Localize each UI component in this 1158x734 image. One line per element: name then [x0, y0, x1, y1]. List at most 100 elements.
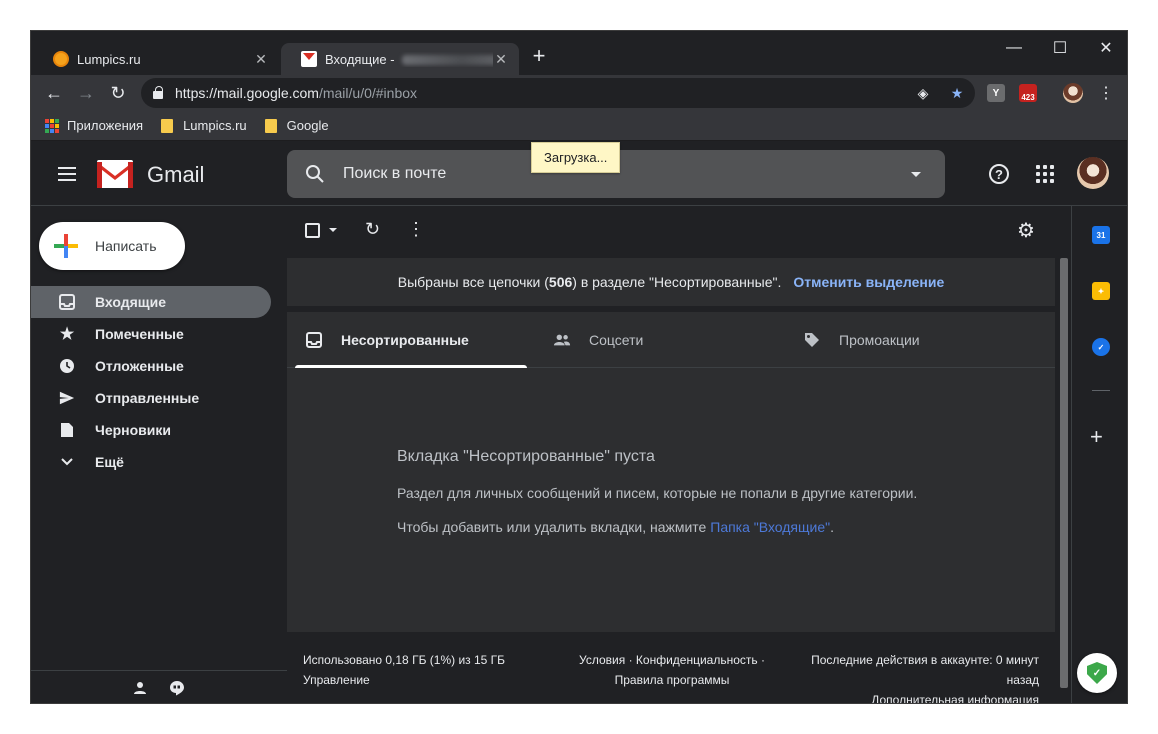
more-actions-icon[interactable]: ⋮ — [407, 219, 425, 240]
mail-toolbar: ↻ ⋮ ⚙ — [287, 206, 1069, 254]
lock-icon — [153, 86, 163, 99]
browser-window: Lumpics.ru ✕ Входящие - ✕ + — ☐ ✕ ← → ↻ … — [30, 30, 1128, 704]
gmail-wordmark: Gmail — [147, 162, 205, 187]
clear-selection-link[interactable]: Отменить выделение — [793, 274, 944, 290]
sidebar-item-label: Черновики — [95, 422, 172, 438]
bookmark-folder-icon — [264, 118, 277, 133]
calendar-icon[interactable]: 31 — [1092, 226, 1110, 244]
sidebar-item-inbox[interactable]: Входящие — [31, 286, 271, 318]
compose-label: Написать — [95, 238, 157, 254]
scrollbar[interactable] — [1059, 258, 1069, 703]
star-icon[interactable]: ★ — [949, 85, 965, 101]
tab-label: Соцсети — [589, 332, 644, 348]
reload-icon[interactable]: ↻ — [107, 82, 129, 104]
main-menu-icon[interactable] — [57, 164, 77, 184]
close-tab-icon[interactable]: ✕ — [253, 51, 269, 68]
draft-icon — [59, 422, 75, 438]
maximize-icon[interactable]: ☐ — [1037, 35, 1083, 61]
sidebar-item-label: Отправленные — [95, 390, 200, 406]
mail-extension-icon[interactable]: 423 — [1019, 84, 1037, 102]
tab-title: Lumpics.ru — [77, 51, 141, 67]
category-tabs: Несортированные Соцсети Промоакции — [287, 312, 1055, 368]
bookmark-lumpics[interactable]: Lumpics.ru — [161, 118, 247, 133]
account-avatar[interactable] — [1077, 157, 1109, 189]
forward-arrow-icon[interactable]: → — [75, 82, 97, 104]
inbox-settings-link[interactable]: Папка "Входящие" — [710, 519, 830, 535]
hangouts-icon[interactable] — [169, 680, 185, 696]
browser-menu-icon[interactable]: ⋮ — [1095, 82, 1117, 104]
bookmark-folder-icon — [161, 118, 174, 133]
sidebar-item-label: Ещё — [95, 454, 124, 470]
tab-social[interactable]: Соцсети — [535, 312, 785, 368]
sidebar-item-drafts[interactable]: Черновики — [31, 414, 271, 446]
contacts-icon[interactable] — [133, 681, 147, 695]
storage-info: Использовано 0,18 ГБ (1%) из 15 ГБ Управ… — [303, 650, 505, 690]
empty-state-description: Раздел для личных сообщений и писем, кот… — [397, 485, 918, 501]
sidebar-item-more[interactable]: Ещё — [31, 446, 271, 478]
address-bar[interactable]: https://mail.google.com/mail/u/0/#inbox … — [141, 78, 975, 108]
tab-promotions[interactable]: Промоакции — [785, 312, 1045, 368]
sidebar-item-label: Помеченные — [95, 326, 184, 342]
empty-state-title: Вкладка "Несортированные" пуста — [397, 448, 655, 465]
terms-link[interactable]: Условия · Конфиденциальность · — [557, 650, 787, 670]
tag-icon — [803, 331, 821, 349]
new-tab-button[interactable]: + — [527, 45, 551, 67]
send-icon — [59, 390, 75, 406]
browser-tab-lumpics[interactable]: Lumpics.ru ✕ — [33, 43, 279, 75]
policy-links: Условия · Конфиденциальность · Правила п… — [557, 650, 787, 690]
sidebar-item-label: Входящие — [95, 294, 166, 310]
tasks-icon[interactable]: ✓ — [1092, 338, 1110, 356]
gmail-logo-icon[interactable] — [97, 160, 133, 188]
tab-strip: Lumpics.ru ✕ Входящие - ✕ + — ☐ ✕ — [31, 31, 1127, 75]
profile-avatar[interactable] — [1063, 83, 1083, 103]
compose-button[interactable]: Написать — [39, 222, 185, 270]
shield-check-icon: ✓ — [1087, 662, 1107, 684]
selection-notice-text: Выбраны все цепочки (506) в разделе "Нес… — [397, 274, 782, 290]
get-addons-plus-icon[interactable]: + — [1090, 424, 1103, 450]
settings-gear-icon[interactable]: ⚙ — [1017, 218, 1035, 243]
account-activity: Последние действия в аккаунте: 0 минут н… — [767, 650, 1039, 703]
refresh-icon[interactable]: ↻ — [365, 219, 380, 240]
close-tab-icon[interactable]: ✕ — [493, 51, 509, 68]
browser-tab-inbox[interactable]: Входящие - ✕ — [281, 43, 519, 75]
bookmark-google[interactable]: Google — [264, 118, 329, 133]
search-options-icon[interactable] — [911, 171, 921, 177]
sidebar-item-sent[interactable]: Отправленные — [31, 382, 271, 414]
inbox-icon — [305, 331, 323, 349]
keep-icon[interactable]: ✦ — [1092, 282, 1110, 300]
details-link[interactable]: Дополнительная информация — [767, 690, 1039, 703]
program-policies-link[interactable]: Правила программы — [557, 670, 787, 690]
loading-tooltip: Загрузка... — [531, 142, 621, 173]
adguard-shield-button[interactable]: ✓ — [1077, 653, 1117, 693]
select-all-checkbox[interactable] — [305, 223, 320, 238]
search-input[interactable]: Поиск в почте — [343, 165, 911, 183]
search-icon[interactable] — [305, 164, 325, 184]
lumpics-favicon-icon — [53, 51, 69, 67]
select-options-icon[interactable] — [329, 228, 337, 232]
sidebar-item-label: Отложенные — [95, 358, 184, 374]
apps-grid-icon — [45, 118, 59, 133]
chevron-down-icon — [59, 454, 75, 470]
addons-side-panel: 31 ✦ ✓ + — [1071, 206, 1127, 703]
minimize-icon[interactable]: — — [991, 35, 1037, 61]
empty-state-hint: Чтобы добавить или удалить вкладки, нажм… — [397, 519, 834, 535]
people-icon — [553, 331, 571, 349]
back-arrow-icon[interactable]: ← — [43, 82, 65, 104]
help-button[interactable]: ? — [987, 162, 1011, 186]
bookmark-apps[interactable]: Приложения — [45, 118, 143, 133]
sidebar-item-snoozed[interactable]: Отложенные — [31, 350, 271, 382]
gmail-favicon-icon — [301, 51, 317, 67]
manage-storage-link[interactable]: Управление — [303, 670, 505, 690]
tab-title: Входящие - — [325, 52, 493, 67]
eye-icon[interactable]: ◈ — [915, 85, 931, 101]
extension-y-icon[interactable]: Y — [987, 84, 1005, 102]
blurred-email — [402, 55, 493, 66]
sidebar-item-starred[interactable]: ★ Помеченные — [31, 318, 271, 350]
close-window-icon[interactable]: ✕ — [1083, 35, 1127, 61]
scrollbar-thumb[interactable] — [1060, 258, 1068, 688]
browser-toolbar: ← → ↻ https://mail.google.com/mail/u/0/#… — [31, 75, 1127, 111]
apps-grid-icon — [1036, 165, 1054, 183]
tab-label: Промоакции — [839, 332, 920, 348]
google-apps-button[interactable] — [1033, 162, 1057, 186]
tab-primary[interactable]: Несортированные — [287, 312, 527, 368]
